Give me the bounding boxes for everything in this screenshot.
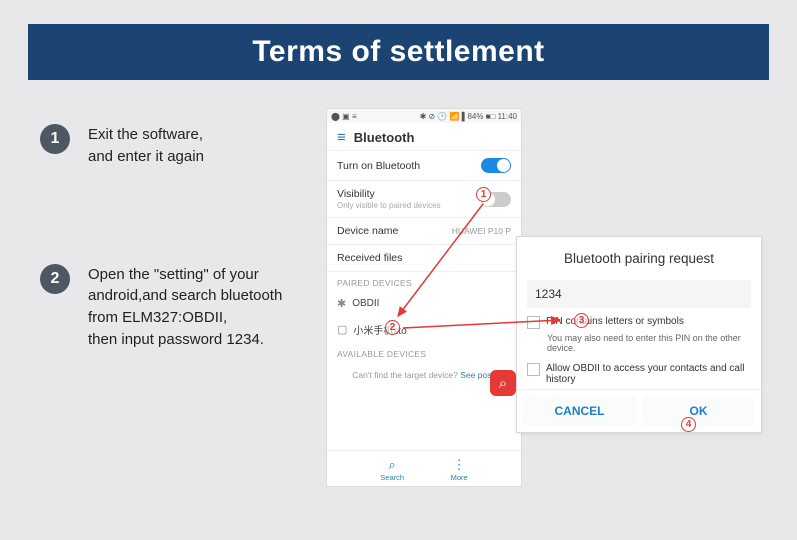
search-badge-icon: ⌕ — [490, 370, 516, 396]
nav-search[interactable]: ⌕ Search — [380, 457, 404, 482]
paired-devices-head: PAIRED DEVICES — [327, 272, 521, 291]
option-allow-access[interactable]: Allow OBDII to access your contacts and … — [517, 359, 761, 389]
steps-column: 1 Exit the software, and enter it again … — [40, 108, 300, 487]
nav-more[interactable]: ⋮ More — [451, 457, 468, 482]
row-label: Received files — [337, 252, 402, 264]
received-files-row[interactable]: Received files — [327, 245, 521, 272]
hint-text: Can't find the target device? — [352, 370, 460, 380]
dialog-subtext: You may also need to enter this PIN on t… — [517, 333, 761, 359]
row-label: Visibility — [337, 188, 375, 200]
cancel-button[interactable]: CANCEL — [523, 396, 636, 426]
paired-device-xiaomi[interactable]: ▢ 小米手机sto — [327, 316, 521, 343]
bluetooth-toggle-row[interactable]: Turn on Bluetooth — [327, 151, 521, 181]
phone-mock: ⬤ ▣ ≡ ✱ ⊘ 🕑 📶 ▌84% ■□ 11:40 ≡ Bluetooth … — [326, 108, 522, 487]
step-2: 2 Open the "setting" of your android,and… — [40, 264, 300, 351]
search-icon: ⌕ — [380, 457, 404, 473]
toggle-on-icon[interactable] — [481, 158, 511, 173]
checkbox-icon[interactable] — [527, 316, 540, 329]
annotation-3: 3 — [574, 313, 589, 328]
phone-icon: ▢ — [337, 323, 347, 336]
option-pin-letters[interactable]: PIN contains letters or symbols — [517, 312, 761, 333]
checkbox-icon[interactable] — [527, 363, 540, 376]
device-name-row[interactable]: Device name HUAWEI P10 P — [327, 218, 521, 245]
annotation-1: 1 — [476, 187, 491, 202]
annotation-2: 2 — [385, 320, 400, 335]
step-number: 1 — [40, 124, 70, 154]
ok-button[interactable]: OK — [642, 396, 755, 426]
page-header: Terms of settlement — [28, 24, 769, 80]
dialog-title: Bluetooth pairing request — [517, 237, 761, 276]
step-text: Open the "setting" of your android,and s… — [88, 264, 300, 351]
pin-input[interactable]: 1234 — [527, 280, 751, 308]
status-left: ⬤ ▣ ≡ — [331, 112, 357, 121]
bluetooth-icon: ✱ — [337, 297, 346, 310]
step-text: Exit the software, and enter it again — [88, 124, 204, 168]
nav-label: More — [451, 473, 468, 482]
bottom-nav: ⌕ Search ⋮ More — [327, 450, 521, 486]
step-number: 2 — [40, 264, 70, 294]
visibility-row[interactable]: Visibility Only visible to paired device… — [327, 181, 521, 218]
row-label: Turn on Bluetooth — [337, 160, 420, 172]
available-devices-head: AVAILABLE DEVICES — [327, 343, 521, 362]
row-value: HUAWEI P10 P — [452, 226, 511, 236]
paired-device-obdii[interactable]: ✱ OBDII — [327, 291, 521, 316]
nav-label: Search — [380, 473, 404, 482]
option-label: Allow OBDII to access your contacts and … — [546, 363, 751, 385]
row-label: Device name — [337, 225, 398, 237]
dialog-actions: CANCEL OK — [517, 389, 761, 432]
annotation-4: 4 — [681, 417, 696, 432]
device-label: OBDII — [352, 298, 379, 309]
status-bar: ⬤ ▣ ≡ ✱ ⊘ 🕑 📶 ▌84% ■□ 11:40 — [327, 109, 521, 123]
step-1: 1 Exit the software, and enter it again — [40, 124, 300, 168]
option-label: PIN contains letters or symbols — [546, 316, 684, 327]
pairing-dialog: Bluetooth pairing request 1234 PIN conta… — [516, 236, 762, 433]
more-icon: ⋮ — [451, 457, 468, 473]
hamburger-icon[interactable]: ≡ — [337, 129, 346, 146]
screen-title-row: ≡ Bluetooth — [327, 123, 521, 151]
status-right: ✱ ⊘ 🕑 📶 ▌84% ■□ 11:40 — [420, 112, 517, 121]
screen-title: Bluetooth — [354, 130, 415, 145]
row-sublabel: Only visible to paired devices — [337, 201, 441, 210]
